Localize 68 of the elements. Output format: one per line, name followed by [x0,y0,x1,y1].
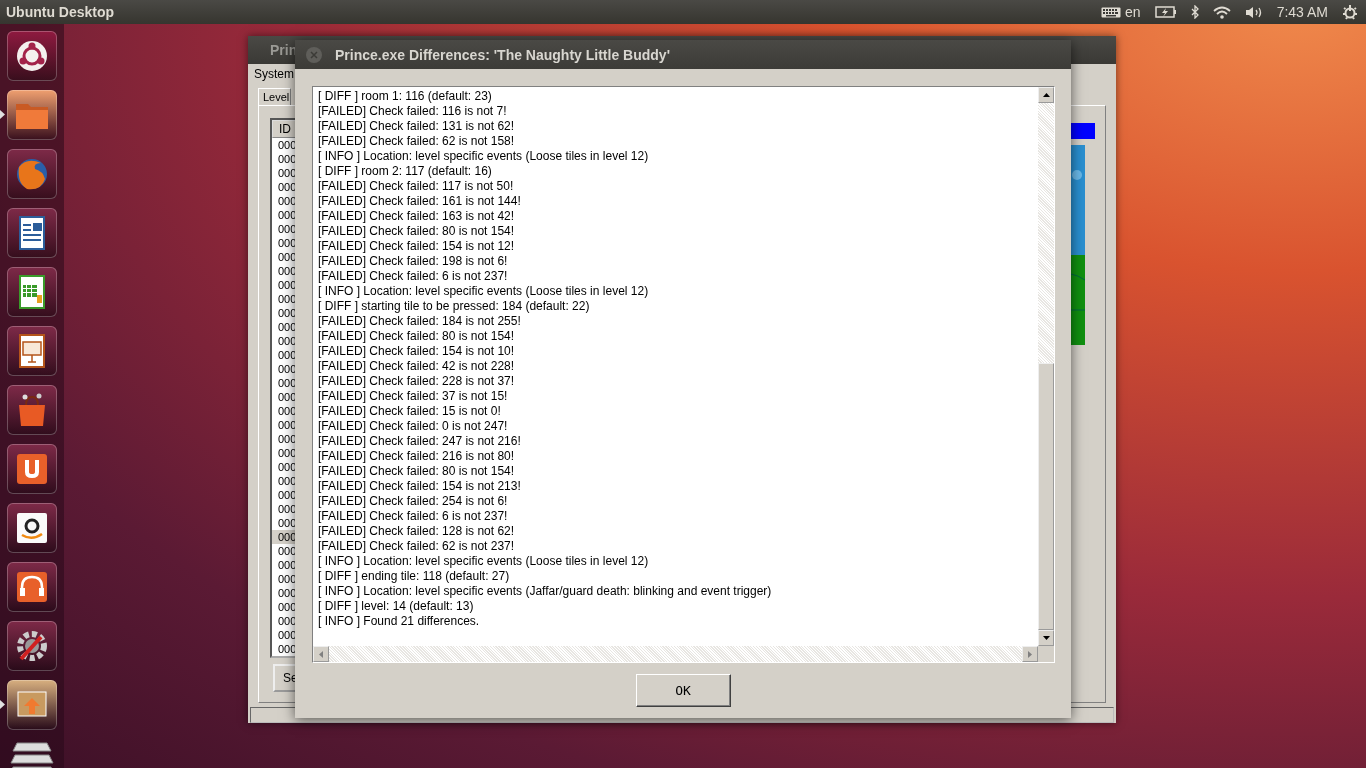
log-line: [ INFO ] Location: level specific events (Jaffar/guard death: blinking and event trigger) [318,584,773,599]
log-line: [FAILED] Check failed: 62 is not 237! [318,539,516,554]
launcher-button[interactable] [7,621,57,671]
log-line: [FAILED] Check failed: 62 is not 158! [318,134,516,149]
bluetooth-icon[interactable] [1190,5,1199,19]
log-line: [ DIFF ] room 2: 117 (default: 16) [318,164,493,179]
log-line: [FAILED] Check failed: 116 is not 7! [318,104,508,119]
log-line: [FAILED] Check failed: 163 is not 42! [318,209,516,224]
log-line: [FAILED] Check failed: 247 is not 216! [318,434,522,449]
log-line: [ INFO ] Location: level specific events (Loose tiles in level 12) [318,284,650,299]
log-line: [FAILED] Check failed: 37 is not 15! [318,389,509,404]
launcher-button[interactable] [7,680,57,730]
log-line: [FAILED] Check failed: 228 is not 37! [318,374,516,389]
clock[interactable]: 7:43 AM [1276,4,1328,20]
wifi-icon[interactable] [1212,5,1231,19]
log-line: [FAILED] Check failed: 216 is not 80! [318,449,516,464]
launcher-button[interactable] [7,90,57,140]
keyboard-icon[interactable] [1101,6,1122,18]
launcher-button[interactable] [7,444,57,494]
log-line: [FAILED] Check failed: 6 is not 237! [318,269,509,284]
log-line: [ INFO ] Location: level specific events (Loose tiles in level 12) [318,149,650,164]
volume-icon[interactable] [1244,5,1263,19]
log-line: [FAILED] Check failed: 80 is not 154! [318,224,516,239]
launcher-button[interactable] [7,326,57,376]
power-gear-icon[interactable] [1342,4,1358,20]
log-line: [FAILED] Check failed: 198 is not 6! [318,254,509,269]
launcher-button[interactable] [7,503,57,553]
launcher-button[interactable] [7,267,57,317]
stacked-icons-icon [7,739,57,768]
log-line: [FAILED] Check failed: 42 is not 228! [318,359,516,374]
menu-item[interactable]: System [254,67,294,81]
window-title: Prince.exe Differences: 'The Naughty Little Buddy' [335,46,670,63]
launcher-button[interactable] [7,208,57,258]
log-line: [ DIFF ] level: 14 (default: 13) [318,599,475,614]
log-line: [FAILED] Check failed: 154 is not 12! [318,239,516,254]
launcher-button[interactable] [7,31,57,81]
log-line: [FAILED] Check failed: 131 is not 62! [318,119,516,134]
log-line: [FAILED] Check failed: 80 is not 154! [318,329,516,344]
tab[interactable]: Level [258,88,292,105]
log-line: [ DIFF ] starting tile to be pressed: 184 (default: 22) [318,299,591,314]
log-line: [FAILED] Check failed: 154 is not 213! [318,479,522,494]
log-line: [FAILED] Check failed: 184 is not 255! [318,314,522,329]
log-line: [FAILED] Check failed: 154 is not 10! [318,344,516,359]
ok-button[interactable]: OK [635,674,731,707]
scrollbar-thumb[interactable] [1038,363,1054,630]
log-line: [FAILED] Check failed: 117 is not 50! [318,179,515,194]
right-arrow-icon[interactable] [1028,650,1032,658]
log-line: [ INFO ] Found 21 differences. [318,614,481,629]
horizontal-scrollbar[interactable] [313,646,1038,662]
log-line: [ DIFF ] ending tile: 118 (default: 27) [318,569,511,584]
vertical-scrollbar[interactable] [1038,87,1054,646]
down-arrow-icon[interactable] [1042,636,1050,640]
log-line: [FAILED] Check failed: 254 is not 6! [318,494,509,509]
log-line: [ DIFF ] room 1: 116 (default: 23) [318,89,493,104]
launcher-button[interactable] [7,562,57,612]
up-arrow-icon[interactable] [1042,93,1050,97]
scrollbar-corner [1038,646,1054,662]
log-line: [FAILED] Check failed: 15 is not 0! [318,404,502,419]
keyboard-layout[interactable]: en [1125,4,1141,20]
log-line: [ INFO ] Location: level specific events (Loose tiles in level 12) [318,554,650,569]
log-line: [FAILED] Check failed: 161 is not 144! [318,194,522,209]
left-arrow-icon[interactable] [319,650,323,658]
window-title: Ubuntu Desktop [6,4,116,20]
log-line: [FAILED] Check failed: 6 is not 237! [318,509,509,524]
battery-icon[interactable] [1154,6,1177,18]
log-line: [FAILED] Check failed: 80 is not 154! [318,464,516,479]
log-line: [FAILED] Check failed: 0 is not 247! [318,419,509,434]
log-line: [FAILED] Check failed: 128 is not 62! [318,524,516,539]
